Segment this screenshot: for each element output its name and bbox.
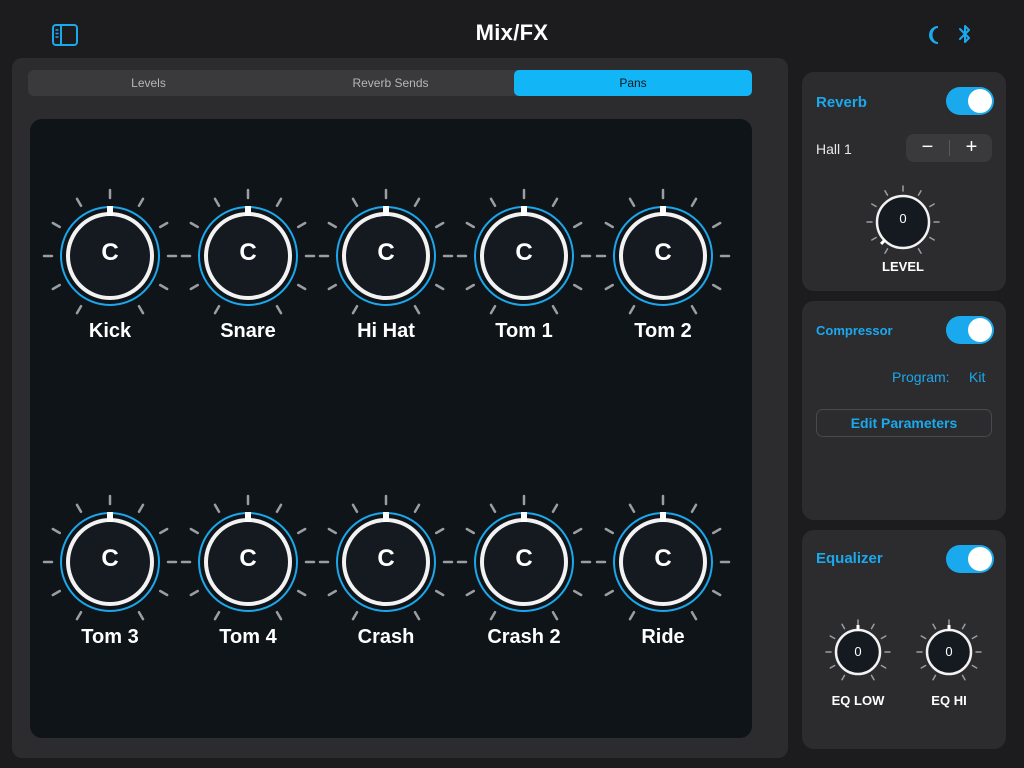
pan-label: Ride bbox=[641, 626, 685, 648]
knob-label: LEVEL bbox=[882, 259, 924, 274]
pan-label: Crash 2 bbox=[487, 626, 561, 648]
knob-value: 0 bbox=[945, 644, 953, 659]
tab-reverb-sends[interactable]: Reverb Sends bbox=[269, 70, 512, 96]
pan-value: C bbox=[239, 545, 257, 572]
tab-levels[interactable]: Levels bbox=[28, 70, 269, 96]
pan-knob-tom-2[interactable]: C Tom 2 bbox=[593, 186, 733, 356]
compressor-title: Compressor bbox=[816, 323, 893, 338]
compressor-toggle[interactable] bbox=[946, 316, 994, 344]
equalizer-card: Equalizer 0 EQ LOW 0 EQ HI bbox=[802, 530, 1006, 749]
reverb-card: Reverb Hall 1 − + 0 LEVEL bbox=[802, 72, 1006, 291]
eq-low-knob[interactable]: 0 EQ LOW bbox=[822, 616, 894, 716]
pan-knob-tom-1[interactable]: C Tom 1 bbox=[454, 186, 594, 356]
pan-label: Snare bbox=[220, 320, 276, 342]
page-title: Mix/FX bbox=[475, 20, 549, 45]
program-label: Program: bbox=[892, 369, 950, 385]
pan-label: Tom 2 bbox=[634, 320, 692, 342]
pan-value: C bbox=[377, 545, 395, 572]
pan-value: C bbox=[101, 239, 119, 266]
pan-label: Hi Hat bbox=[357, 320, 415, 342]
reverb-preset: Hall 1 bbox=[816, 141, 852, 157]
pan-value: C bbox=[239, 239, 257, 266]
pan-panel: C Kick C Snare C Hi Hat C Tom 1 C Tom 2 … bbox=[30, 119, 752, 738]
pan-label: Tom 1 bbox=[495, 320, 553, 342]
pan-knob-crash-2[interactable]: C Crash 2 bbox=[454, 492, 594, 662]
reverb-preset-stepper: − + bbox=[906, 134, 992, 162]
reverb-toggle[interactable] bbox=[946, 87, 994, 115]
pan-label: Kick bbox=[88, 320, 132, 342]
reverb-title: Reverb bbox=[816, 94, 867, 111]
eq-hi-knob[interactable]: 0 EQ HI bbox=[913, 616, 985, 716]
moon-icon[interactable] bbox=[926, 25, 944, 45]
knob-label: EQ HI bbox=[931, 693, 967, 708]
pan-value: C bbox=[377, 239, 395, 266]
preset-increment-button[interactable]: + bbox=[950, 134, 993, 162]
pan-knob-kick[interactable]: C Kick bbox=[40, 186, 180, 356]
pan-knob-tom-4[interactable]: C Tom 4 bbox=[178, 492, 318, 662]
pan-knob-ride[interactable]: C Ride bbox=[593, 492, 733, 662]
pan-value: C bbox=[515, 545, 533, 572]
preset-decrement-button[interactable]: − bbox=[906, 134, 949, 162]
knob-value: 0 bbox=[854, 644, 862, 659]
tab-bar: Levels Reverb Sends Pans bbox=[28, 70, 752, 96]
equalizer-title: Equalizer bbox=[816, 550, 883, 567]
pan-knob-snare[interactable]: C Snare bbox=[178, 186, 318, 356]
tab-pans[interactable]: Pans bbox=[514, 70, 752, 96]
reverb-level-knob[interactable]: 0 LEVEL bbox=[863, 182, 943, 282]
top-bar: Mix/FX bbox=[0, 0, 1024, 60]
pan-value: C bbox=[101, 545, 119, 572]
pan-label: Tom 4 bbox=[219, 626, 277, 648]
edit-parameters-button[interactable]: Edit Parameters bbox=[816, 409, 992, 437]
equalizer-toggle[interactable] bbox=[946, 545, 994, 573]
pan-knob-tom-3[interactable]: C Tom 3 bbox=[40, 492, 180, 662]
pan-label: Crash bbox=[357, 626, 415, 648]
knob-value: 0 bbox=[899, 211, 907, 226]
pan-knob-crash[interactable]: C Crash bbox=[316, 492, 456, 662]
pan-value: C bbox=[515, 239, 533, 266]
pan-knob-hi-hat[interactable]: C Hi Hat bbox=[316, 186, 456, 356]
program-value[interactable]: Kit bbox=[969, 369, 985, 385]
pan-label: Tom 3 bbox=[81, 626, 139, 648]
bluetooth-icon[interactable] bbox=[956, 23, 974, 45]
compressor-card: Compressor Program: Kit Edit Parameters bbox=[802, 301, 1006, 520]
pan-value: C bbox=[654, 239, 672, 266]
pan-value: C bbox=[654, 545, 672, 572]
knob-label: EQ LOW bbox=[831, 693, 885, 708]
